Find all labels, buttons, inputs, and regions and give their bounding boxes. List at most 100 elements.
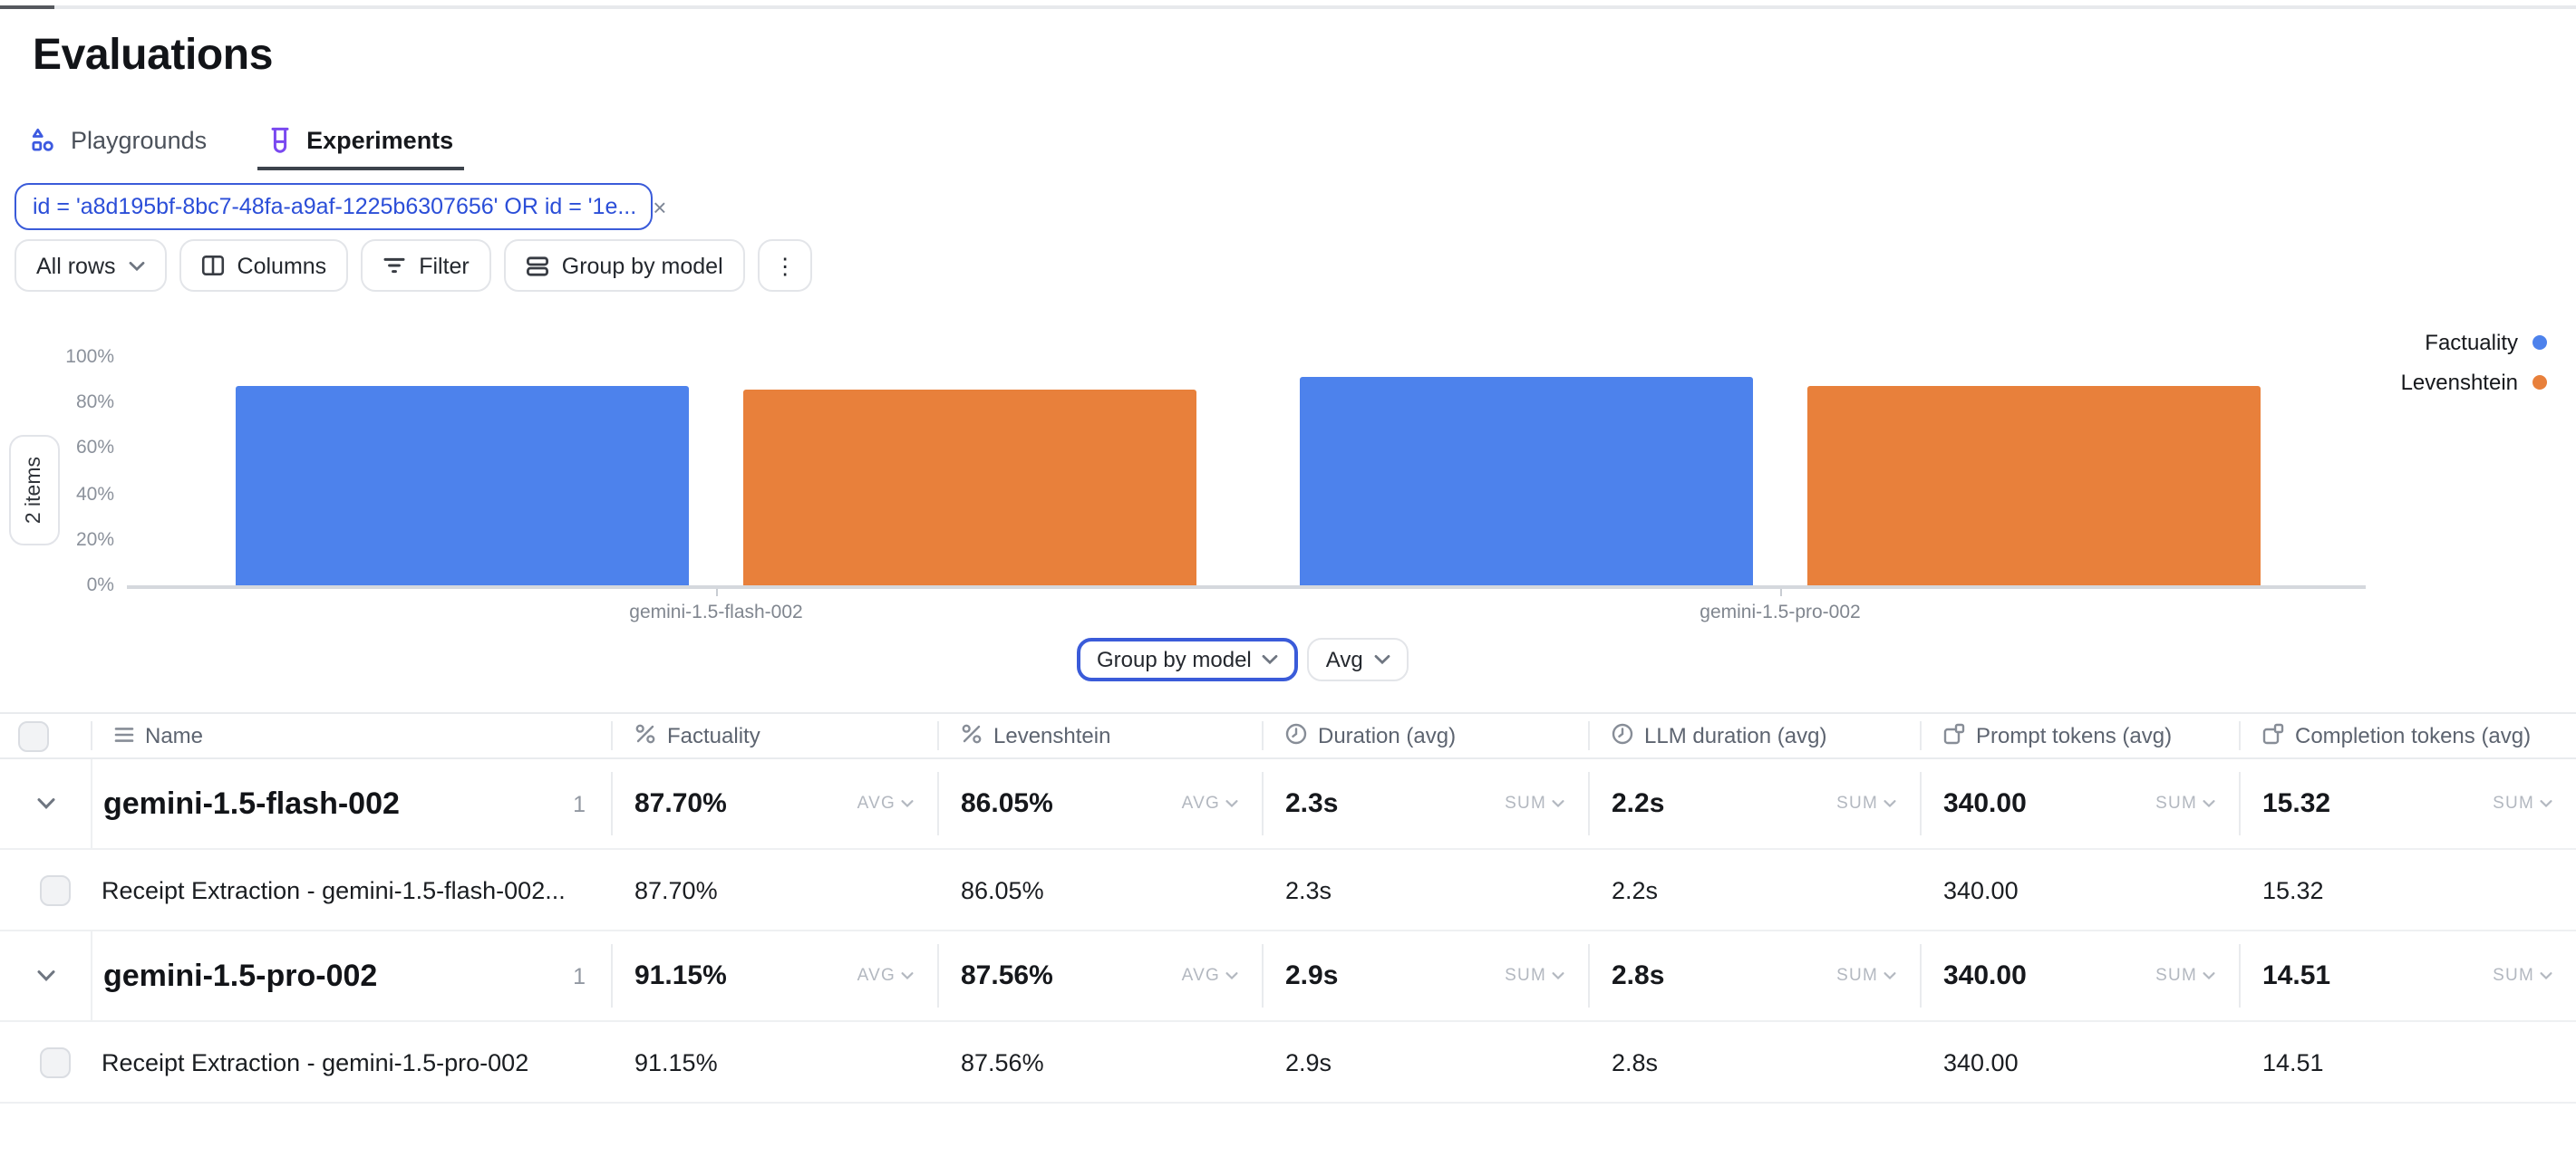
metric-value: 87.56% bbox=[961, 960, 1053, 991]
bar-factuality-gemini-1.5-pro-002[interactable] bbox=[1300, 377, 1753, 585]
y-axis-tick-label: 60% bbox=[24, 438, 114, 459]
metric-value: 2.8s bbox=[1588, 1048, 1920, 1075]
aggregation-selector[interactable]: SUM bbox=[1836, 794, 1896, 814]
aggregation-selector[interactable]: SUM bbox=[2155, 966, 2215, 986]
percent-icon bbox=[634, 722, 656, 749]
caret-down-icon bbox=[2540, 794, 2552, 814]
aggregation-selector[interactable]: SUM bbox=[1505, 794, 1564, 814]
metric-value: 2.3s bbox=[1262, 876, 1588, 903]
y-axis-tick-label: 0% bbox=[24, 574, 114, 596]
group-row[interactable]: gemini-1.5-flash-002187.70%AVG86.05%AVG2… bbox=[0, 759, 2576, 850]
drag-handle-icon bbox=[114, 723, 134, 748]
metric-value: 2.9s bbox=[1262, 1048, 1588, 1075]
clock-icon bbox=[1612, 722, 1633, 749]
metric-value: 340.00 bbox=[1943, 960, 2027, 991]
metric-value: 2.2s bbox=[1612, 788, 1664, 819]
metric-value: 86.05% bbox=[937, 876, 1262, 903]
group-row[interactable]: gemini-1.5-pro-002191.15%AVG87.56%AVG2.9… bbox=[0, 931, 2576, 1022]
metric-value: 2.8s bbox=[1612, 960, 1664, 991]
select-all-checkbox[interactable] bbox=[18, 720, 49, 751]
experiment-name[interactable]: Receipt Extraction - gemini-1.5-flash-00… bbox=[91, 876, 611, 903]
chart-controls: Group by model Avg bbox=[1077, 638, 1409, 681]
group-count: 1 bbox=[573, 791, 611, 816]
metric-value: 87.70% bbox=[611, 876, 937, 903]
experiment-row[interactable]: Receipt Extraction - gemini-1.5-flash-00… bbox=[0, 850, 2576, 931]
bar-levenshtein-gemini-1.5-pro-002[interactable] bbox=[1807, 385, 2261, 585]
y-axis-tick-label: 20% bbox=[24, 529, 114, 551]
column-header-label: Duration (avg) bbox=[1318, 723, 1456, 748]
evaluations-page: Evaluations Playgrounds Experiments bbox=[0, 0, 2576, 1167]
row-checkbox[interactable] bbox=[39, 1046, 70, 1077]
caret-down-icon bbox=[1884, 794, 1896, 814]
column-header-factuality[interactable]: Factuality bbox=[611, 714, 937, 757]
legend-dot-orange bbox=[2532, 375, 2547, 390]
metric-value: 340.00 bbox=[1920, 1048, 2239, 1075]
column-header-completion-tokens-avg-[interactable]: Completion tokens (avg) bbox=[2239, 714, 2576, 757]
column-header-label: LLM duration (avg) bbox=[1644, 723, 1826, 748]
expand-chevron-icon[interactable] bbox=[35, 969, 55, 982]
aggregation-selector[interactable]: AVG bbox=[1182, 966, 1238, 986]
y-axis-tick-label: 40% bbox=[24, 483, 114, 505]
group-count: 1 bbox=[573, 963, 611, 989]
metric-value: 15.32 bbox=[2239, 876, 2576, 903]
y-axis-tick-label: 100% bbox=[24, 346, 114, 368]
caret-down-icon bbox=[1225, 794, 1238, 814]
aggregation-selector[interactable]: AVG bbox=[1182, 794, 1238, 814]
aggregation-selector[interactable]: AVG bbox=[857, 794, 914, 814]
caret-down-icon bbox=[2540, 966, 2552, 986]
column-header-name[interactable]: Name bbox=[91, 714, 611, 757]
metric-value: 91.15% bbox=[634, 960, 727, 991]
aggregation-selector[interactable]: SUM bbox=[2493, 966, 2552, 986]
caret-down-icon bbox=[1552, 966, 1564, 986]
legend-entry-levenshtein[interactable]: Levenshtein bbox=[2401, 370, 2547, 395]
experiment-row[interactable]: Receipt Extraction - gemini-1.5-pro-0029… bbox=[0, 1022, 2576, 1104]
chevron-down-icon bbox=[1263, 654, 1279, 665]
group-name: gemini-1.5-pro-002 bbox=[103, 958, 377, 994]
aggregation-selector[interactable]: AVG bbox=[857, 966, 914, 986]
caret-down-icon bbox=[901, 966, 914, 986]
experiments-table: NameFactuality Levenshtein Duration (avg) L… bbox=[0, 712, 2576, 1104]
legend-label: Levenshtein bbox=[2401, 370, 2518, 395]
column-header-duration-avg-[interactable]: Duration (avg) bbox=[1262, 714, 1588, 757]
x-axis-tick bbox=[716, 587, 718, 596]
column-header-levenshtein[interactable]: Levenshtein bbox=[937, 714, 1262, 757]
expand-chevron-icon[interactable] bbox=[35, 797, 55, 810]
aggregation-selector[interactable]: SUM bbox=[2155, 794, 2215, 814]
group-by-select-label: Group by model bbox=[1097, 647, 1252, 672]
column-header-prompt-tokens-avg-[interactable]: Prompt tokens (avg) bbox=[1920, 714, 2239, 757]
metric-value: 91.15% bbox=[611, 1048, 937, 1075]
group-name: gemini-1.5-flash-002 bbox=[103, 786, 400, 822]
column-header-llm-duration-avg-[interactable]: LLM duration (avg) bbox=[1588, 714, 1920, 757]
metric-value: 87.70% bbox=[634, 788, 727, 819]
x-axis-tick bbox=[1780, 587, 1782, 596]
metric-value: 340.00 bbox=[1920, 876, 2239, 903]
aggregation-selector[interactable]: SUM bbox=[1505, 966, 1564, 986]
caret-down-icon bbox=[1884, 966, 1896, 986]
aggregation-selector[interactable]: SUM bbox=[2493, 794, 2552, 814]
legend-label: Factuality bbox=[2425, 330, 2518, 355]
metric-value: 15.32 bbox=[2262, 788, 2330, 819]
x-axis-category-label: gemini-1.5-flash-002 bbox=[517, 602, 915, 623]
caret-down-icon bbox=[2203, 966, 2215, 986]
bar-factuality-gemini-1.5-flash-002[interactable] bbox=[236, 385, 689, 585]
aggregation-selector[interactable]: SUM bbox=[1836, 966, 1896, 986]
group-by-select[interactable]: Group by model bbox=[1077, 638, 1299, 681]
column-header-label: Prompt tokens (avg) bbox=[1976, 723, 2172, 748]
legend-entry-factuality[interactable]: Factuality bbox=[2425, 330, 2547, 355]
experiment-name[interactable]: Receipt Extraction - gemini-1.5-pro-002 bbox=[91, 1048, 611, 1075]
aggregation-select[interactable]: Avg bbox=[1308, 638, 1409, 681]
column-header-label: Levenshtein bbox=[993, 723, 1110, 748]
bar-levenshtein-gemini-1.5-flash-002[interactable] bbox=[743, 389, 1196, 585]
metric-value: 14.51 bbox=[2262, 960, 2330, 991]
metric-value: 14.51 bbox=[2239, 1048, 2576, 1075]
y-axis-tick-label: 80% bbox=[24, 391, 114, 413]
legend-dot-blue bbox=[2532, 335, 2547, 350]
metric-value: 2.3s bbox=[1285, 788, 1338, 819]
row-checkbox[interactable] bbox=[39, 874, 70, 905]
metric-value: 340.00 bbox=[1943, 788, 2027, 819]
caret-down-icon bbox=[2203, 794, 2215, 814]
x-axis-category-label: gemini-1.5-pro-002 bbox=[1581, 602, 1980, 623]
caret-down-icon bbox=[1552, 794, 1564, 814]
plot-area: 100%80%60%40%20%0%gemini-1.5-flash-002ge… bbox=[136, 357, 2366, 585]
chevron-down-icon bbox=[1374, 654, 1390, 665]
